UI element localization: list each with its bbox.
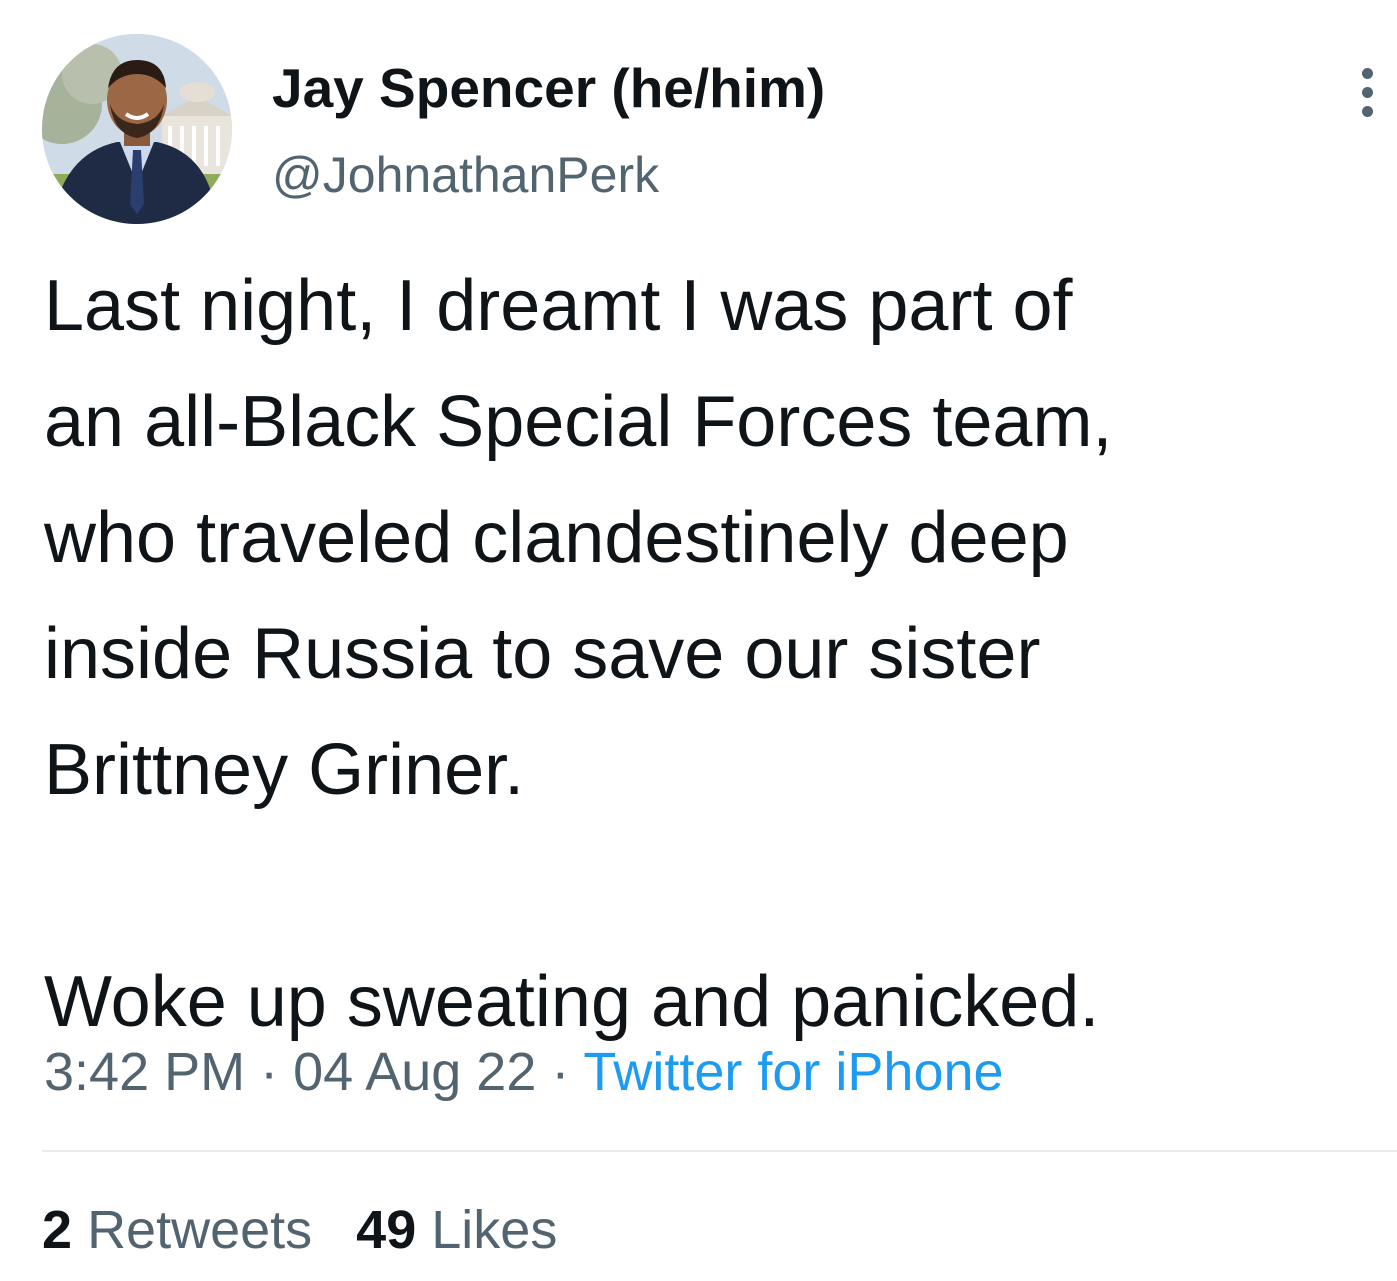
username-handle[interactable]: @JohnathanPerk (272, 145, 659, 205)
more-dot (1362, 87, 1373, 98)
display-name[interactable]: Jay Spencer (he/him) (272, 56, 825, 120)
retweets-label: Retweets (87, 1200, 313, 1260)
tweet-source-link[interactable]: Twitter for iPhone (583, 1042, 1003, 1102)
more-dot (1362, 68, 1373, 79)
likes-count: 49 (356, 1200, 417, 1260)
meta-separator: · (536, 1042, 584, 1102)
more-options-icon[interactable] (1350, 62, 1386, 122)
likes-stat[interactable]: 49 Likes (356, 1200, 557, 1260)
divider (42, 1150, 1397, 1152)
more-dot (1362, 106, 1373, 117)
retweets-stat[interactable]: 2 Retweets (42, 1200, 312, 1260)
tweet-time[interactable]: 3:42 PM (44, 1042, 245, 1102)
tweet-card: Jay Spencer (he/him) @JohnathanPerk Last… (0, 0, 1397, 1281)
tweet-meta: 3:42 PM · 04 Aug 22 · Twitter for iPhone (44, 1040, 1004, 1104)
tweet-stats: 2 Retweets 49 Likes (42, 1198, 557, 1262)
tweet-text: Last night, I dreamt I was part of an al… (44, 266, 1113, 1042)
tweet-date[interactable]: 04 Aug 22 (293, 1042, 536, 1102)
avatar[interactable] (42, 34, 232, 224)
retweets-count: 2 (42, 1200, 73, 1260)
meta-separator: · (245, 1042, 294, 1102)
likes-label: Likes (431, 1200, 558, 1260)
avatar-image (42, 34, 232, 224)
